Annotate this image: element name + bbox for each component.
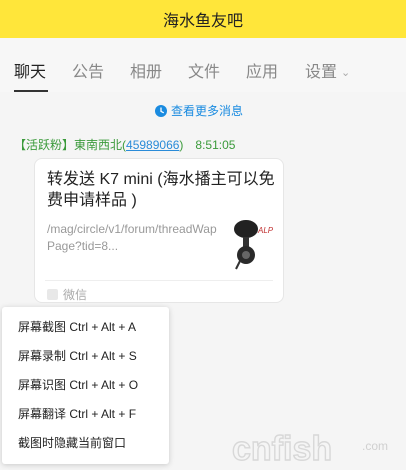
message-time: 8:51:05 (195, 138, 236, 152)
sender-id-close-paren: ) (179, 138, 184, 152)
window-title: 海水鱼友吧 (162, 13, 243, 30)
card-source-label: 微信 (63, 288, 88, 302)
view-more-label: 查看更多消息 (171, 104, 244, 118)
tab-apps[interactable]: 应用 (246, 58, 278, 82)
sender-name[interactable]: 東南西北 (74, 138, 122, 152)
tab-settings[interactable]: 设置 ⌄ (305, 58, 350, 82)
menu-item-screen-recognize[interactable]: 屏幕识图 Ctrl + Alt + O (2, 371, 169, 400)
tab-chat[interactable]: 聊天 (14, 58, 46, 82)
card-title: 转发送 K7 mini (海水播主可以免费申请样品 ) (47, 171, 275, 209)
tab-album[interactable]: 相册 (130, 58, 162, 82)
menu-item-screen-capture[interactable]: 屏幕截图 Ctrl + Alt + A (2, 313, 169, 342)
tab-announcement[interactable]: 公告 (72, 58, 104, 82)
sender-id[interactable]: 45989066 (126, 138, 179, 152)
wechat-icon (47, 289, 58, 300)
tab-files[interactable]: 文件 (188, 58, 220, 82)
menu-item-screen-translate[interactable]: 屏幕翻译 Ctrl + Alt + F (2, 400, 169, 429)
clock-icon (155, 104, 167, 117)
product-thumbnail: ALP (230, 215, 274, 273)
card-source: 微信 (47, 286, 87, 303)
window-titlebar: 海水鱼友吧 (0, 0, 406, 38)
tab-settings-label: 设置 (305, 64, 338, 81)
site-watermark: cnfish .com (231, 429, 388, 468)
member-badge: 【活跃粉】 (14, 138, 75, 152)
message-sender-line: 【活跃粉】東南西北(45989066) 8:51:05 (14, 136, 235, 153)
card-divider (45, 280, 273, 281)
watermark-suffix: .com (362, 439, 388, 453)
menu-item-hide-window-on-capture[interactable]: 截图时隐藏当前窗口 (2, 429, 169, 458)
menu-item-screen-record[interactable]: 屏幕录制 Ctrl + Alt + S (2, 342, 169, 371)
chevron-down-icon: ⌄ (341, 67, 351, 80)
tab-bar: 聊天 公告 相册 文件 应用 设置 ⌄ (0, 38, 406, 111)
shared-link-card[interactable]: 转发送 K7 mini (海水播主可以免费申请样品 ) /mag/circle/… (34, 158, 284, 303)
thumbnail-brand-text: ALP (257, 226, 274, 235)
view-more-messages-link[interactable]: 查看更多消息 (155, 102, 243, 119)
card-url: /mag/circle/v1/forum/threadWapPage?tid=8… (47, 222, 217, 253)
watermark-text: cnfish (232, 430, 332, 468)
screenshot-context-menu: 屏幕截图 Ctrl + Alt + A 屏幕录制 Ctrl + Alt + S … (2, 307, 169, 464)
